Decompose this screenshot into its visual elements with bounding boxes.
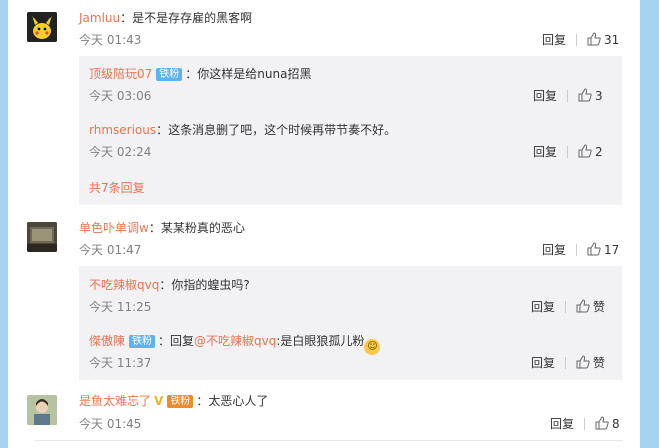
thumbs-up-icon bbox=[595, 416, 609, 430]
comment-time: 今天 01:45 bbox=[79, 417, 142, 431]
like-button[interactable]: 赞 bbox=[576, 355, 606, 370]
comment-line: Jamluu：是不是存存雇的黑客啊 bbox=[79, 9, 252, 26]
like-count: 8 bbox=[612, 417, 620, 431]
like-count: 赞 bbox=[593, 356, 606, 370]
action-divider bbox=[567, 146, 569, 158]
mention-link[interactable]: @不吃辣椒qvq bbox=[194, 334, 276, 348]
comment-actions: 回复 17 bbox=[542, 241, 619, 258]
reply-actions: 回复 赞 bbox=[531, 354, 605, 371]
comment-actions: 回复 8 bbox=[550, 415, 620, 432]
reply-button[interactable]: 回复 bbox=[533, 145, 557, 159]
user-avatar[interactable] bbox=[27, 12, 57, 42]
comment-text: ：太恶心人了 bbox=[196, 394, 269, 408]
fan-badge: 铁粉 bbox=[167, 395, 194, 408]
reply-button[interactable]: 回复 bbox=[542, 243, 566, 257]
reply-line: 不吃辣椒qvq：你指的蝗虫吗? bbox=[89, 276, 250, 293]
reply-button[interactable]: 回复 bbox=[542, 33, 566, 47]
action-divider bbox=[565, 301, 567, 313]
fan-badge: 铁粉 bbox=[156, 68, 183, 81]
comment-line: 是鱼太难忘了 V 铁粉 ：太恶心人了 bbox=[79, 392, 268, 409]
action-divider bbox=[567, 90, 569, 102]
comment-divider bbox=[35, 440, 623, 441]
thumbs-up-icon bbox=[587, 32, 601, 46]
like-count: 2 bbox=[595, 145, 603, 159]
reply-text-tail: :是白眼狼孤儿粉 bbox=[276, 334, 365, 348]
v-verified-icon: V bbox=[154, 394, 164, 408]
action-divider bbox=[576, 244, 578, 256]
like-button[interactable]: 赞 bbox=[576, 299, 606, 314]
like-button[interactable]: 8 bbox=[595, 416, 620, 431]
reply-actions: 回复 2 bbox=[533, 143, 603, 160]
like-button[interactable]: 31 bbox=[587, 32, 620, 47]
reply-actions: 回复 3 bbox=[533, 87, 603, 104]
like-count: 3 bbox=[595, 89, 603, 103]
page-side-strip bbox=[646, 0, 659, 448]
comment-text: ：某某粉真的恶心 bbox=[148, 221, 245, 235]
comment-username[interactable]: 是鱼太难忘了 bbox=[79, 394, 151, 408]
thumbs-up-icon bbox=[576, 355, 590, 369]
user-avatar[interactable] bbox=[27, 222, 57, 252]
comment-line: 单色卟单调w：某某粉真的恶心 bbox=[79, 219, 245, 236]
reply-username[interactable]: 顶级陪玩07 bbox=[89, 67, 152, 81]
thumbs-up-icon bbox=[576, 299, 590, 313]
reply-button[interactable]: 回复 bbox=[550, 417, 574, 431]
like-button[interactable]: 3 bbox=[578, 88, 603, 103]
reply-button[interactable]: 回复 bbox=[531, 300, 555, 314]
more-replies-link[interactable]: 共7条回复 bbox=[89, 179, 145, 196]
reply-text: ：这条消息删了吧，这个时候再带节奏不好。 bbox=[156, 123, 397, 137]
pikachu-avatar-icon bbox=[27, 12, 57, 42]
like-count: 31 bbox=[604, 33, 620, 47]
reply-text: ：你这样是给nuna招黑 bbox=[185, 67, 312, 81]
reply-time: 今天 02:24 bbox=[89, 145, 152, 159]
like-count: 赞 bbox=[593, 300, 606, 314]
reply-line: 傑傲陳 铁粉 ：回复@不吃辣椒qvq:是白眼狼孤儿粉 ☺ bbox=[89, 332, 381, 355]
reply-time: 今天 11:25 bbox=[89, 300, 152, 314]
photo-avatar-icon bbox=[27, 395, 57, 425]
grin-emoji-icon: ☺ bbox=[364, 339, 381, 355]
reply-text: ：回复 bbox=[158, 334, 195, 348]
reply-text: ：你指的蝗虫吗? bbox=[159, 278, 250, 292]
reply-username[interactable]: 傑傲陳 bbox=[89, 334, 125, 348]
like-button[interactable]: 17 bbox=[587, 242, 620, 257]
comment-username[interactable]: 单色卟单调w bbox=[79, 221, 149, 235]
comment-time: 今天 01:43 bbox=[79, 33, 142, 47]
thumbs-up-icon bbox=[587, 242, 601, 256]
action-divider bbox=[584, 418, 586, 430]
comment-actions: 回复 31 bbox=[542, 31, 619, 48]
reply-actions: 回复 赞 bbox=[531, 298, 605, 315]
reply-username[interactable]: 不吃辣椒qvq bbox=[89, 278, 159, 292]
reply-time: 今天 11:37 bbox=[89, 356, 152, 370]
reply-button[interactable]: 回复 bbox=[531, 356, 555, 370]
fan-badge: 铁粉 bbox=[129, 335, 156, 348]
reply-username[interactable]: rhmserious bbox=[89, 123, 156, 137]
reply-time: 今天 03:06 bbox=[89, 89, 152, 103]
like-button[interactable]: 2 bbox=[578, 144, 603, 159]
action-divider bbox=[576, 34, 578, 46]
comment-username[interactable]: Jamluu bbox=[79, 11, 120, 25]
reply-button[interactable]: 回复 bbox=[533, 89, 557, 103]
thumbs-up-icon bbox=[578, 144, 592, 158]
reply-line: 顶级陪玩07 铁粉 ：你这样是给nuna招黑 bbox=[89, 65, 311, 82]
like-count: 17 bbox=[604, 243, 620, 257]
comment-text: ：是不是存存雇的黑客啊 bbox=[120, 11, 253, 25]
comment-time: 今天 01:47 bbox=[79, 243, 142, 257]
action-divider bbox=[565, 357, 567, 369]
thumbs-up-icon bbox=[578, 88, 592, 102]
user-avatar[interactable] bbox=[27, 395, 57, 425]
reply-line: rhmserious：这条消息删了吧，这个时候再带节奏不好。 bbox=[89, 121, 396, 138]
photo-avatar-icon bbox=[27, 222, 57, 252]
